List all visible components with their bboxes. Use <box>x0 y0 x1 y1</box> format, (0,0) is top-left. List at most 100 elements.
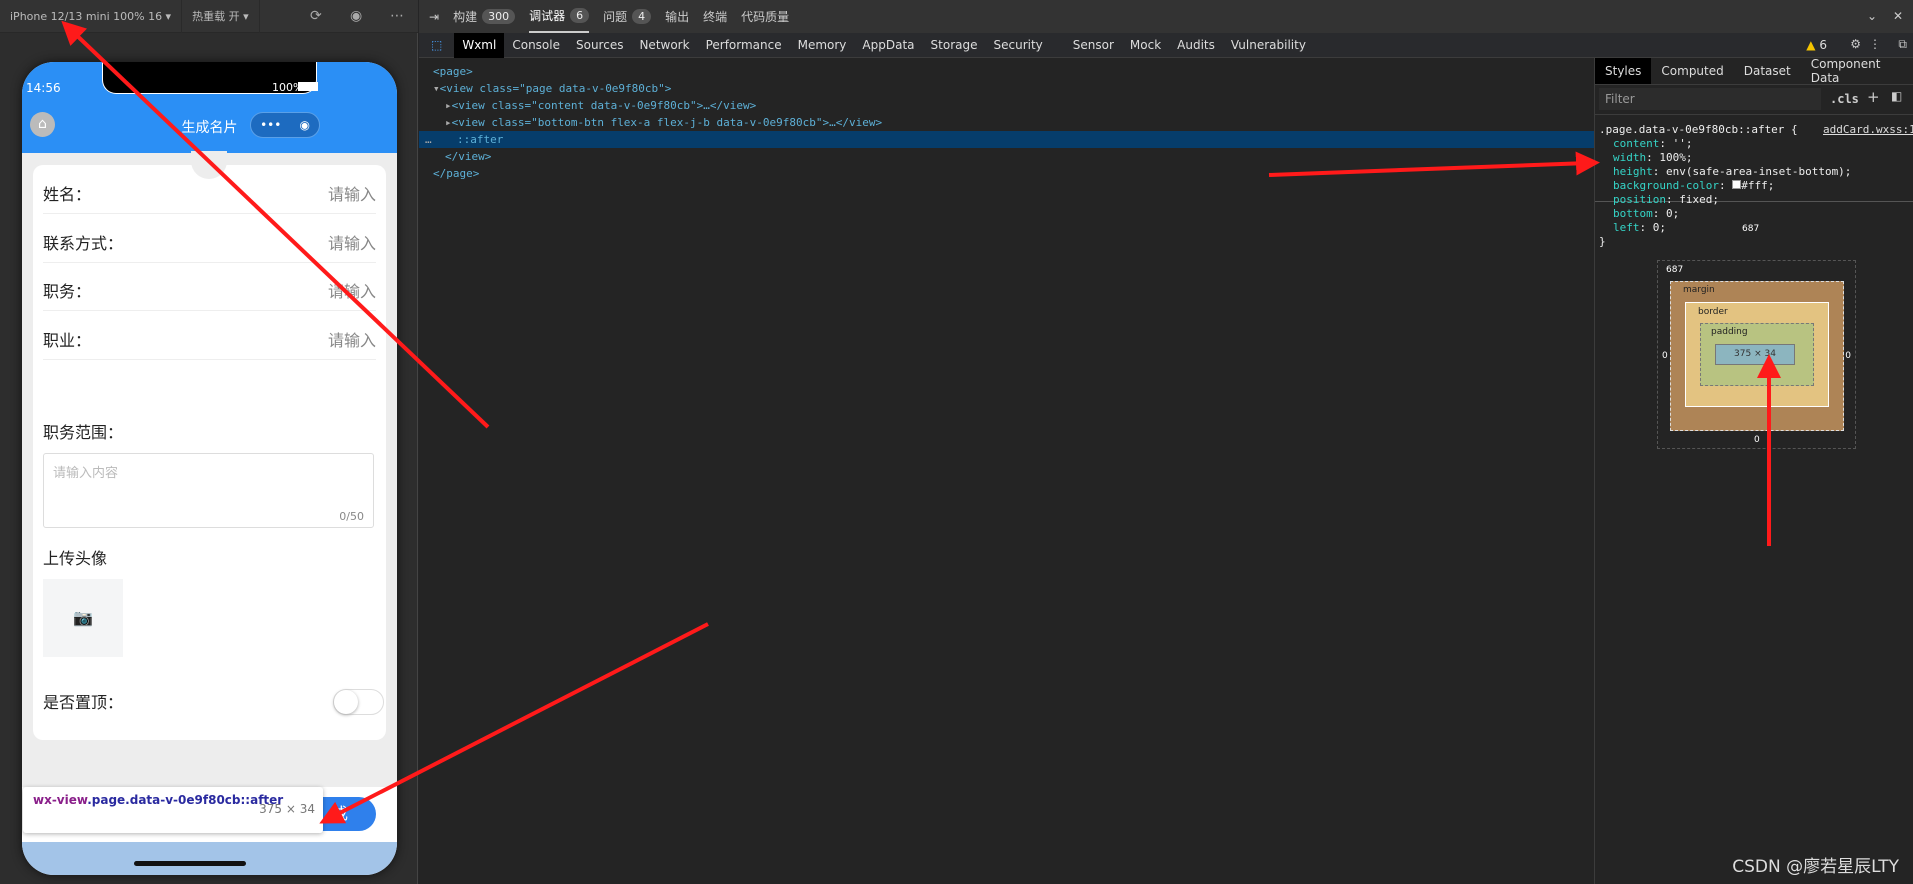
tab-network[interactable]: Network <box>631 33 697 58</box>
box-margin: margin border padding 375 × 34 <box>1670 281 1844 431</box>
wxml-node[interactable]: <page> <box>419 63 1594 80</box>
close-mini-icon[interactable]: ◉ <box>299 118 309 132</box>
warning-icon: ▲ <box>1806 38 1816 52</box>
name-input[interactable]: 请输入 <box>328 181 376 205</box>
add-rule-icon[interactable]: + <box>1867 88 1880 106</box>
toggle-sidebar-icon[interactable]: ◧ <box>1891 89 1902 103</box>
tab-issues[interactable]: 问题 4 <box>603 0 652 33</box>
tab-console[interactable]: Console <box>504 33 568 58</box>
css-property[interactable]: left: 0; <box>1613 221 1666 235</box>
camera-icon: 📷 <box>73 608 93 627</box>
tab-memory[interactable]: Memory <box>790 33 855 58</box>
kebab-menu-icon[interactable]: ⋮ <box>1869 37 1881 51</box>
css-property[interactable]: height: env(safe-area-inset-bottom); <box>1613 165 1851 179</box>
tab-output[interactable]: 输出 <box>665 0 689 33</box>
battery-icon <box>298 82 318 91</box>
collapse-triangle-icon: ▸ <box>445 99 452 112</box>
wxml-node[interactable]: ▸<view class="content data-v-0e9f80cb">…… <box>419 97 1594 114</box>
tab-sensor[interactable]: Sensor <box>1065 33 1122 58</box>
tab-build[interactable]: 构建 300 <box>453 0 516 33</box>
box-model: 687 margin border padding 375 × 34 0 0 0 <box>1657 260 1856 449</box>
tab-code-quality[interactable]: 代码质量 <box>741 0 789 33</box>
more-icon[interactable]: ⋯ <box>390 8 404 24</box>
device-select[interactable]: iPhone 12/13 mini 100% 16 ▾ <box>0 0 183 33</box>
box-content: 375 × 34 <box>1715 344 1795 365</box>
wxml-node[interactable]: </page> <box>419 165 1594 182</box>
form-card: 姓名： 请输入 联系方式： 请输入 职务： 请输入 职业： 请输入 职务范围： 请输入内… <box>33 151 386 740</box>
tab-storage[interactable]: Storage <box>923 33 986 58</box>
upload-label: 上传头像 <box>43 549 108 568</box>
tab-sources[interactable]: Sources <box>568 33 631 58</box>
tab-computed[interactable]: Computed <box>1651 58 1733 84</box>
css-property[interactable]: background-color: #fff; <box>1613 179 1774 193</box>
source-link[interactable]: addCard.wxss:13 <box>1823 123 1913 137</box>
occupation-input[interactable]: 请输入 <box>328 327 376 351</box>
box-position-value: 687 <box>1742 224 1760 234</box>
field-position[interactable]: 职务： 请输入 <box>43 262 376 311</box>
color-swatch <box>1732 180 1742 189</box>
tab-debugger[interactable]: 调试器 6 <box>529 0 590 33</box>
box-border: border padding 375 × 34 <box>1685 302 1829 407</box>
tab-performance[interactable]: Performance <box>698 33 790 58</box>
inspect-tooltip: wx-view.page.data-v-0e9f80cb::after 375 … <box>23 787 323 833</box>
wxml-tree: <page> ▾<view class="page data-v-0e9f80c… <box>419 58 1594 884</box>
field-occupation[interactable]: 职业： 请输入 <box>43 311 376 360</box>
css-property[interactable]: position: fixed; <box>1613 193 1719 207</box>
refresh-icon[interactable]: ⟳ <box>310 8 322 24</box>
wxml-node[interactable]: ▾<view class="page data-v-0e9f80cb"> <box>419 80 1594 97</box>
wxml-node[interactable]: ▸<view class="bottom-btn flex-a flex-j-b… <box>419 114 1594 131</box>
switch-knob <box>334 690 358 714</box>
tab-terminal[interactable]: 终端 <box>703 0 727 33</box>
field-contact[interactable]: 联系方式： 请输入 <box>43 214 376 263</box>
wxml-node-selected[interactable]: …::after <box>419 131 1594 148</box>
scope-textarea[interactable]: 请输入内容 0/50 <box>43 453 374 528</box>
tab-wxml[interactable]: Wxml <box>454 32 505 58</box>
inspect-element-icon[interactable]: ⬚ <box>419 38 454 52</box>
dock-icon[interactable]: ⇥ <box>429 10 439 24</box>
char-count: 0/50 <box>339 510 364 523</box>
field-name[interactable]: 姓名： 请输入 <box>43 165 376 214</box>
tab-appdata[interactable]: AppData <box>854 33 922 58</box>
tab-dataset[interactable]: Dataset <box>1734 58 1801 84</box>
devtools-panel-tabs: ⬚ Wxml Console Sources Network Performan… <box>419 32 1913 58</box>
tab-audits[interactable]: Audits <box>1169 33 1223 58</box>
capsule-menu[interactable]: ••• ◉ <box>250 112 320 138</box>
css-rule: .page.data-v-0e9f80cb::after { addCard.w… <box>1595 114 1913 248</box>
undock-icon[interactable]: ⧉ <box>1898 37 1907 52</box>
upload-avatar-button[interactable]: 📷 <box>43 579 123 657</box>
box-padding: padding 375 × 34 <box>1700 323 1814 386</box>
safe-area-highlight <box>22 842 397 875</box>
more-icon[interactable]: ••• <box>260 118 281 132</box>
hot-reload-toggle[interactable]: 热重载 开 ▾ <box>182 0 260 33</box>
expand-triangle-icon: ▾ <box>433 82 440 95</box>
top-switch[interactable] <box>333 689 384 715</box>
filter-input[interactable]: Filter <box>1599 88 1821 110</box>
tab-component-data[interactable]: Component Data <box>1801 57 1913 85</box>
gear-icon[interactable]: ⚙ <box>1850 37 1861 51</box>
home-indicator <box>134 861 246 866</box>
css-property[interactable]: width: 100%; <box>1613 151 1693 165</box>
cls-button[interactable]: .cls <box>1830 92 1859 106</box>
watermark: CSDN @廖若星辰LTY <box>1732 857 1899 877</box>
devtools-top-tabs: ⇥ 构建 300 调试器 6 问题 4 输出 终端 代码质量 ⌄ ✕ <box>419 0 1913 33</box>
tab-styles[interactable]: Styles <box>1595 58 1652 84</box>
stop-icon[interactable]: ◉ <box>350 8 362 24</box>
styles-panel: Styles Computed Dataset Component Data F… <box>1594 57 1913 884</box>
scope-label: 职务范围： <box>43 423 124 442</box>
css-property[interactable]: bottom: 0; <box>1613 207 1679 221</box>
page-title: 生成名片 <box>181 120 238 136</box>
tab-security[interactable]: Security <box>985 33 1050 58</box>
simulator-toolbar: iPhone 12/13 mini 100% 16 ▾ 热重载 开 ▾ ⟳ ◉ … <box>0 0 418 33</box>
tab-vulnerability[interactable]: Vulnerability <box>1223 33 1314 58</box>
chevron-down-icon[interactable]: ⌄ <box>1867 9 1877 23</box>
collapse-triangle-icon: ▸ <box>445 116 452 129</box>
wxml-node[interactable]: </view> <box>419 148 1594 165</box>
warning-count[interactable]: ▲ 6 <box>1806 38 1827 52</box>
tab-mock[interactable]: Mock <box>1122 33 1169 58</box>
position-input[interactable]: 请输入 <box>328 278 376 302</box>
css-property[interactable]: content: ''; <box>1613 137 1692 151</box>
close-icon[interactable]: ✕ <box>1893 9 1903 23</box>
top-label: 是否置顶： <box>43 693 124 712</box>
contact-input[interactable]: 请输入 <box>328 230 376 254</box>
status-time: 14:56 <box>26 81 61 95</box>
